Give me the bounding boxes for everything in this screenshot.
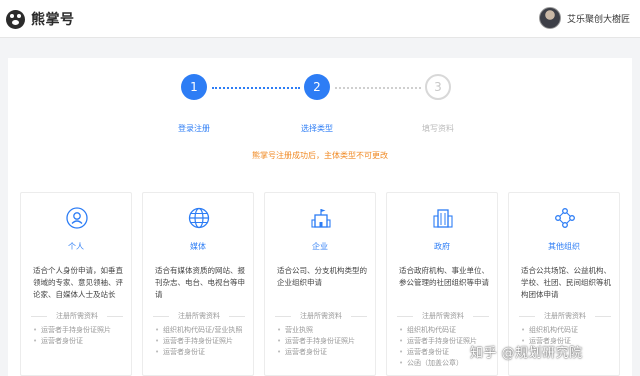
requirement-item: 组织机构代码证 (521, 325, 615, 336)
requirement-item: 运营者身份证 (33, 336, 127, 347)
requirements-title: 注册所需资料 (519, 311, 611, 321)
paw-logo-icon (6, 9, 25, 29)
type-description: 适合公司、分支机构类型的企业组织申请 (277, 266, 367, 287)
step-2-label: 选择类型 (301, 124, 333, 133)
requirements-list: 营业执照 运营者手持身份证照片 运营者身份证 (277, 325, 371, 358)
step-connector-1 (212, 87, 300, 89)
requirement-item: 组织机构代码证/营业执照 (155, 325, 249, 336)
registration-card: 1 2 3 登录注册 选择类型 填写资料 熊掌号注册成功后，主体类型不可更改 个… (8, 58, 632, 376)
step-1-circle: 1 (181, 74, 207, 100)
type-name: 政府 (434, 242, 450, 251)
requirements-title: 注册所需资料 (275, 311, 367, 321)
government-building-icon (433, 209, 453, 228)
building-flag-icon (311, 209, 331, 228)
requirement-item: 运营者手持身份证照片 (155, 336, 249, 347)
step-connector-2 (335, 87, 421, 89)
type-card-personal[interactable]: 个人 适合个人身份申请，如垂直领域的专家、意见领袖、评论家、自媒体人士及站长 注… (20, 192, 132, 376)
step-2-circle: 2 (304, 74, 330, 100)
network-icon (555, 208, 575, 228)
type-description: 适合政府机构、事业单位、参公管理的社团组织等申请 (399, 266, 489, 287)
step-progress: 1 2 3 登录注册 选择类型 填写资料 (8, 74, 632, 144)
type-description: 适合公共场馆、公益机构、学校、社团、民间组织等机构团体申请 (521, 266, 611, 299)
requirement-item: 运营者手持身份证照片 (33, 325, 127, 336)
type-name: 企业 (312, 242, 328, 251)
type-card-media[interactable]: 媒体 适合有媒体资质的网站、报刊杂志、电台、电视台等申请 注册所需资料 组织机构… (142, 192, 254, 376)
globe-icon (188, 207, 210, 229)
requirements-list: 组织机构代码证/营业执照 运营者手持身份证照片 运营者身份证 (155, 325, 249, 358)
step-3-circle: 3 (425, 74, 451, 100)
requirement-item: 组织机构代码证 (399, 325, 493, 336)
type-card-enterprise[interactable]: 企业 适合公司、分支机构类型的企业组织申请 注册所需资料 营业执照 运营者手持身… (264, 192, 376, 376)
avatar[interactable] (538, 7, 561, 29)
requirements-title: 注册所需资料 (31, 311, 123, 321)
type-name: 个人 (68, 242, 84, 251)
step-1-label: 登录注册 (178, 124, 210, 133)
type-name: 其他组织 (548, 242, 580, 251)
requirements-title: 注册所需资料 (153, 311, 245, 321)
requirements-title: 注册所需资料 (397, 311, 489, 321)
type-description: 适合有媒体资质的网站、报刊杂志、电台、电视台等申请 (155, 266, 245, 299)
requirement-item: 运营者身份证 (155, 347, 249, 358)
requirements-list: 运营者手持身份证照片 运营者身份证 (33, 325, 127, 347)
notice-text: 熊掌号注册成功后，主体类型不可更改 (252, 151, 388, 160)
user-menu[interactable]: 艾乐聚创大樹匠 (538, 7, 630, 29)
requirement-item: 运营者手持身份证照片 (277, 336, 371, 347)
user-name[interactable]: 艾乐聚创大樹匠 (567, 12, 630, 25)
type-name: 媒体 (190, 242, 206, 251)
brand-name: 熊掌号 (31, 12, 75, 28)
step-3-label: 填写资料 (422, 124, 454, 133)
watermark: 知乎 @规划研究院 (470, 346, 583, 361)
brand-logo[interactable]: 熊掌号 (6, 9, 75, 29)
requirement-item: 运营者身份证 (277, 347, 371, 358)
person-icon (66, 207, 88, 229)
requirement-item: 营业执照 (277, 325, 371, 336)
top-bar: 熊掌号 艾乐聚创大樹匠 (0, 0, 640, 38)
type-description: 适合个人身份申请，如垂直领域的专家、意见领袖、评论家、自媒体人士及站长 (33, 266, 123, 299)
